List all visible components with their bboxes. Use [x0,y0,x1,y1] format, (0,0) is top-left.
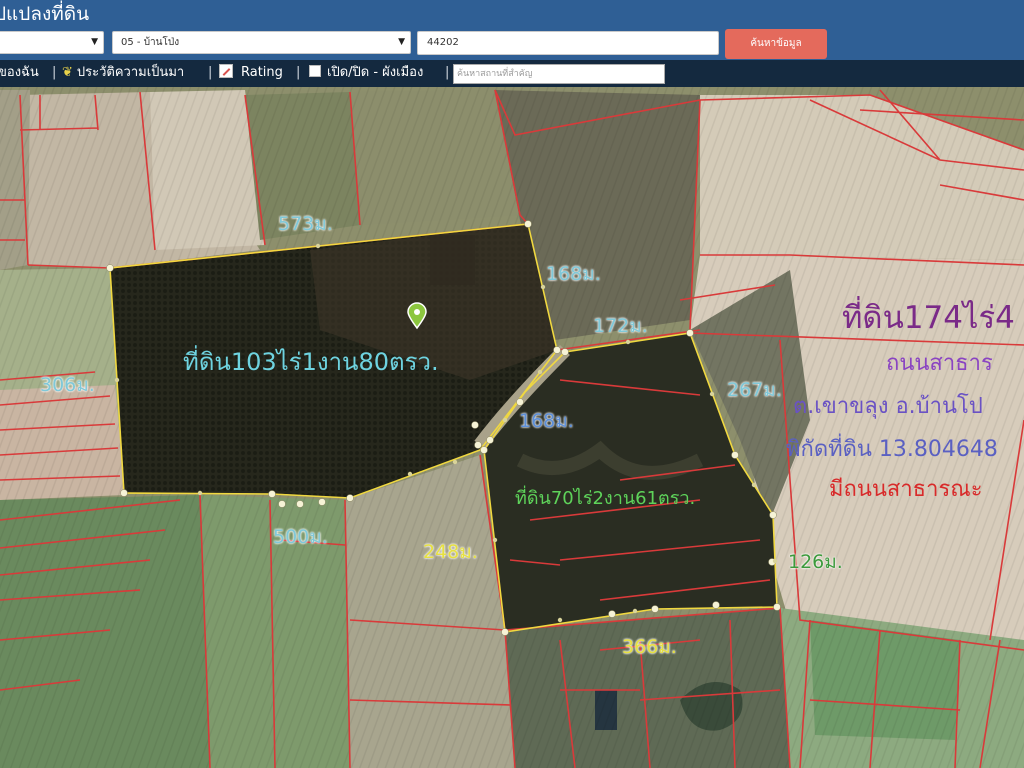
map-canvas [0,87,1024,768]
parcel-number-input[interactable]: 44202 [417,31,719,55]
chevron-down-icon: ▼ [91,37,98,47]
rating-label: Rating [241,65,283,80]
info-location-text: ต.เขาขลุง อ.บ้านโป [793,394,983,419]
info-road-text: ถนนสาธาร [886,351,993,376]
zoning-checkbox-icon [309,65,321,77]
plot-a-label: ที่ดิน103ไร่1งาน80ตรว. [183,348,439,376]
my-item-link[interactable]: ของฉัน [0,64,39,82]
plot-b-label: ที่ดิน70ไร่2งาน61ตรว. [515,488,696,509]
app-header: ปแปลงที่ดิน ▼ 05 - บ้านโป่ง ▼ 44202 ค้นห… [0,0,1024,60]
plot-a-patch [430,235,475,285]
zoning-toggle[interactable]: เปิด/ปิด - ผังเมือง [309,64,423,82]
parcel-number-value: 44202 [427,37,459,48]
search-button[interactable]: ค้นหาข้อมูล [725,29,827,59]
edge-length-label: 172ม. [593,315,648,337]
zoning-label: เปิด/ปิด - ผังเมือง [327,65,424,80]
province-select[interactable]: ▼ [0,31,104,54]
chevron-down-icon: ▼ [398,37,405,47]
page-title: ปแปลงที่ดิน [0,3,90,25]
sprout-icon: ❦ [62,65,73,80]
edge-length-label: 168ม. [519,410,574,432]
edge-length-label: 126ม. [788,551,843,573]
edge-length-label: 306ม. [40,374,95,396]
info-public-road-text: มีถนนสาธารณะ [829,477,983,502]
edge-length-label: 500ม. [273,526,328,548]
district-select-value: 05 - บ้านโป่ง [121,37,180,48]
info-coordinate-text: พิกัดที่ดิน 13.804648 [786,437,998,462]
info-area-text: ที่ดิน174ไร่4 [842,300,1015,336]
edge-length-label: 573ม. [278,213,333,235]
rating-checkbox-icon [219,64,233,78]
landmark-search-input[interactable]: ค้นหาสถานที่สำคัญ [453,64,665,84]
edge-length-label: 366ม. [622,636,677,658]
edge-length-label: 267ม. [727,379,782,401]
rating-toggle[interactable]: Rating [219,64,283,82]
district-select[interactable]: 05 - บ้านโป่ง ▼ [112,31,411,54]
history-link[interactable]: ❦ ประวัติความเป็นมา [62,64,184,82]
history-label: ประวัติความเป็นมา [76,65,185,80]
edge-length-label: 248ม. [423,541,478,563]
satellite-map[interactable]: 573ม. 168ม. 172ม. 306ม. 168ม. 267ม. 500ม… [0,87,1024,768]
edge-length-label: 168ม. [546,263,601,285]
